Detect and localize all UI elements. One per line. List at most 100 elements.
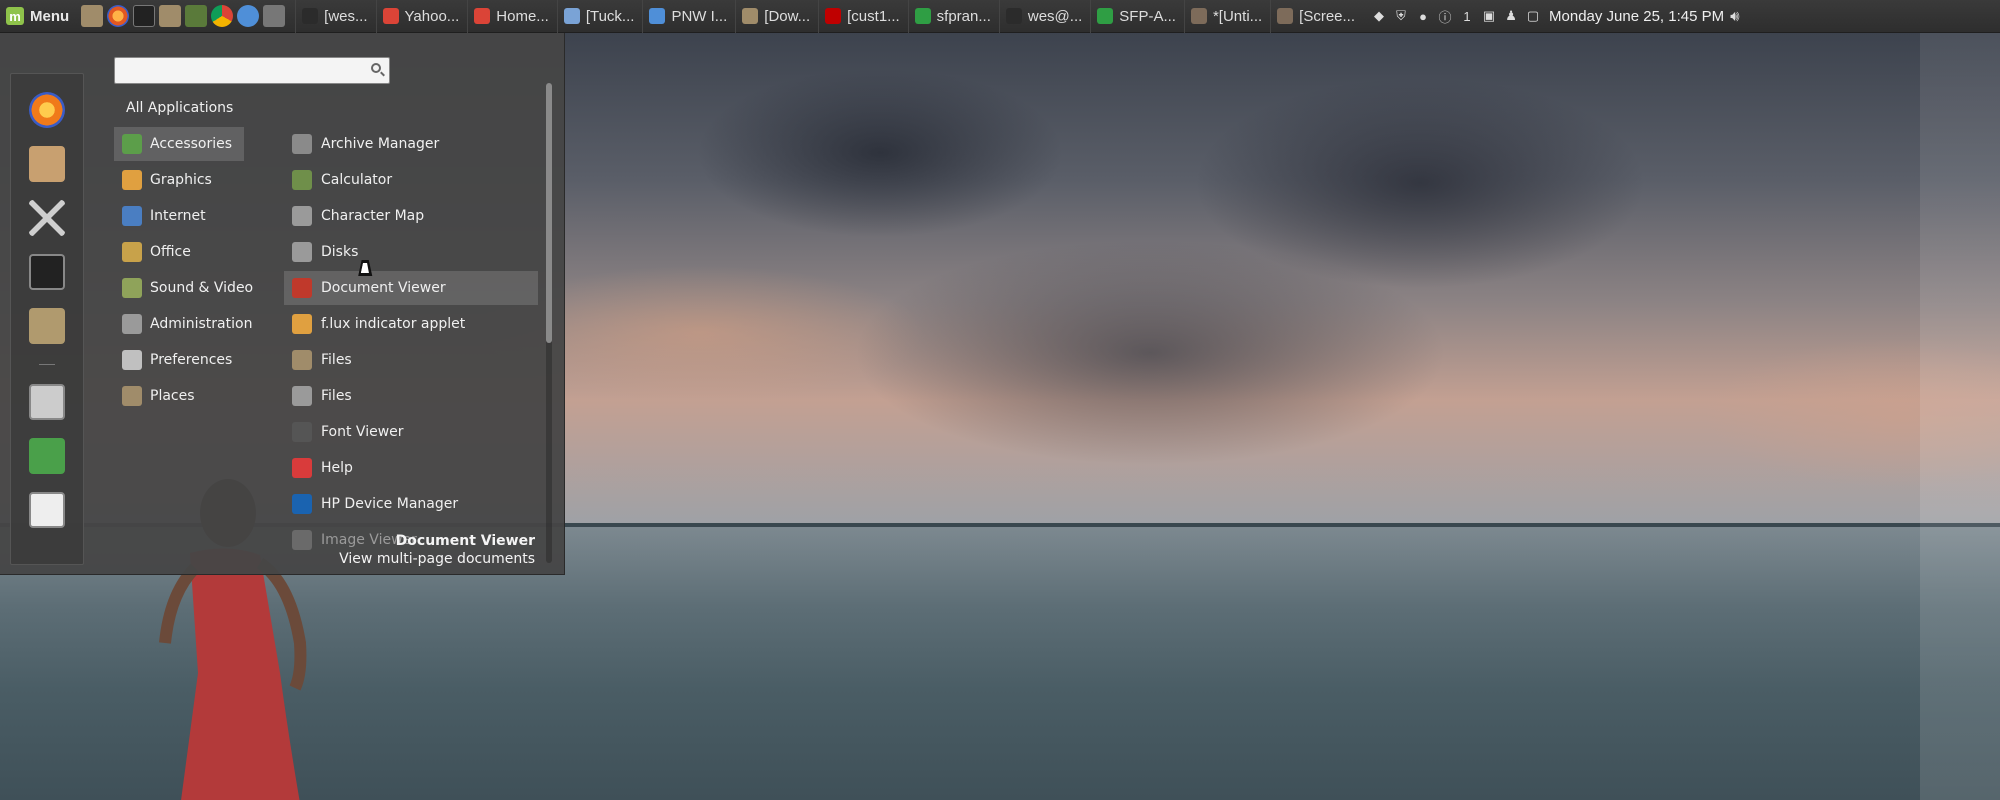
calculator-launcher-icon[interactable] xyxy=(185,5,208,27)
app-item-label: Calculator xyxy=(321,172,393,188)
terminal-icon xyxy=(1005,8,1022,24)
category-icon xyxy=(122,350,142,370)
chrome-launcher-icon[interactable] xyxy=(211,5,234,27)
terminal-icon[interactable] xyxy=(29,254,65,290)
menu-button[interactable]: m Menu xyxy=(0,0,77,33)
application-list: Archive Manager Calculator Character Map Di… xyxy=(284,127,538,559)
scrollbar-thumb[interactable] xyxy=(546,83,552,343)
category-graphics[interactable]: Graphics xyxy=(114,163,244,197)
firefox-icon[interactable] xyxy=(29,92,65,128)
web-app-launcher-icon[interactable] xyxy=(237,5,260,27)
taskbar-window-button[interactable]: SFP-A... xyxy=(1090,0,1184,33)
taskbar-window-button[interactable]: [Tuck... xyxy=(556,0,643,33)
category-administration[interactable]: Administration xyxy=(114,307,252,341)
app-item[interactable]: Document Viewer xyxy=(284,271,538,305)
files-launcher-icon[interactable] xyxy=(159,5,182,27)
category-sound-video[interactable]: Sound & Video xyxy=(114,271,253,305)
taskbar-window-button[interactable]: PNW I... xyxy=(642,0,735,33)
user-icon[interactable]: ♟ xyxy=(1503,8,1519,24)
dropbox-icon[interactable]: ◆ xyxy=(1371,8,1387,24)
app-item[interactable]: Character Map xyxy=(284,199,538,233)
all-applications-item[interactable]: All Applications xyxy=(126,100,233,116)
software-manager-icon[interactable] xyxy=(29,146,65,182)
shutdown-icon[interactable] xyxy=(29,492,65,528)
files-folder-icon[interactable] xyxy=(29,308,65,344)
taskbar-window-button[interactable]: [Dow... xyxy=(735,0,818,33)
info-icon[interactable]: ⓘ xyxy=(1437,8,1453,25)
taskbar-window-button[interactable]: Yahoo... xyxy=(375,0,468,33)
web-app-icon xyxy=(649,8,666,24)
favorites-separator xyxy=(39,364,55,365)
app-item[interactable]: Disks xyxy=(284,235,538,269)
document-viewer-icon xyxy=(292,278,312,298)
terminal-launcher-icon[interactable] xyxy=(133,5,156,27)
search-icon xyxy=(371,63,381,73)
app-item[interactable]: Files xyxy=(284,379,538,413)
chrome-icon xyxy=(474,8,491,24)
volume-icon[interactable]: 🔊︎ xyxy=(1730,8,1739,25)
category-accessories[interactable]: Accessories xyxy=(114,127,244,161)
category-preferences[interactable]: Preferences xyxy=(114,343,244,377)
category-icon xyxy=(122,386,142,406)
archive-icon xyxy=(292,134,312,154)
category-label: Office xyxy=(150,244,191,260)
workspace-icon[interactable]: ▢ xyxy=(1525,8,1541,24)
category-icon xyxy=(122,134,142,154)
category-office[interactable]: Office xyxy=(114,235,244,269)
app-item-label: Font Viewer xyxy=(321,424,404,440)
flux-icon xyxy=(292,314,312,334)
disks-icon xyxy=(292,242,312,262)
application-list-scrollbar[interactable] xyxy=(546,83,552,563)
files-icon xyxy=(292,386,312,406)
category-icon xyxy=(122,206,142,226)
app-item[interactable]: Help xyxy=(284,451,538,485)
taskbar-window-button[interactable]: wes@... xyxy=(998,0,1090,33)
category-places[interactable]: Places xyxy=(114,379,244,413)
app-description-text: View multi-page documents xyxy=(339,551,535,567)
terminal-icon xyxy=(302,8,319,24)
spreadsheet-icon xyxy=(914,8,931,24)
application-menu: All Applications Accessories Graphics Inte… xyxy=(0,33,565,575)
taskbar-window-title: [wes... xyxy=(324,7,368,25)
lock-screen-icon[interactable] xyxy=(29,384,65,420)
app-item[interactable]: HP Device Manager xyxy=(284,487,538,521)
taskbar-window-button[interactable]: Home... xyxy=(467,0,557,33)
panel-launchers xyxy=(77,5,289,27)
logout-icon[interactable] xyxy=(29,438,65,474)
taskbar-window-title: [Tuck... xyxy=(585,7,635,25)
category-internet[interactable]: Internet xyxy=(114,199,244,233)
taskbar-window-button[interactable]: [Scree... xyxy=(1270,0,1363,33)
category-label: Preferences xyxy=(150,352,233,368)
show-desktop-icon[interactable] xyxy=(81,5,104,27)
app-item[interactable]: Calculator xyxy=(284,163,538,197)
filezilla-icon xyxy=(825,8,842,24)
app-item[interactable]: Archive Manager xyxy=(284,127,538,161)
category-label: Accessories xyxy=(150,136,233,152)
app-item[interactable]: f.lux indicator applet xyxy=(284,307,538,341)
app-item[interactable]: Font Viewer xyxy=(284,415,538,449)
clock[interactable]: Monday June 25, 1:45 PM xyxy=(1549,8,1724,25)
taskbar-window-button[interactable]: *[Unti... xyxy=(1183,0,1270,33)
search-input[interactable] xyxy=(123,61,357,82)
settings-tools-icon[interactable] xyxy=(29,200,65,236)
taskbar-window-button[interactable]: [wes... xyxy=(295,0,375,33)
image-editor-icon xyxy=(1190,8,1207,24)
spreadsheet-icon xyxy=(1097,8,1114,24)
app-item[interactable]: Files xyxy=(284,343,538,377)
search-box[interactable] xyxy=(114,57,390,84)
chrome-icon xyxy=(382,8,399,24)
taskbar-window-button[interactable]: [cust1... xyxy=(818,0,908,33)
shield-icon[interactable]: ⛨ xyxy=(1393,8,1409,24)
notification-count[interactable]: 1 xyxy=(1459,8,1475,24)
wallpaper-edge xyxy=(1920,33,2000,800)
font-viewer-icon xyxy=(292,422,312,442)
firefox-launcher-icon[interactable] xyxy=(107,5,130,27)
app-item-label: Help xyxy=(321,460,353,476)
network-icon[interactable]: ▣ xyxy=(1481,8,1497,24)
top-panel: m Menu [wes... Yahoo... Home... [Tuck... PNW… xyxy=(0,0,2000,33)
flux-tray-icon[interactable]: ● xyxy=(1415,8,1431,24)
taskbar-window-button[interactable]: sfpran... xyxy=(907,0,999,33)
calculator-icon xyxy=(292,170,312,190)
category-label: Graphics xyxy=(150,172,212,188)
screenshot-launcher-icon[interactable] xyxy=(263,5,286,27)
